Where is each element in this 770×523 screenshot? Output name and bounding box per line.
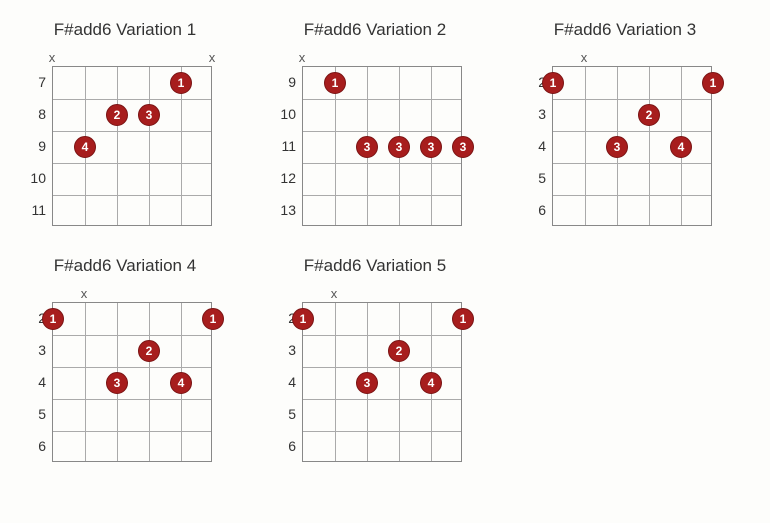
finger-dot: 3 <box>388 136 410 158</box>
mute-marker: x <box>331 286 338 301</box>
finger-dot: 3 <box>356 372 378 394</box>
finger-dot: 1 <box>702 72 724 94</box>
fret-number: 4 <box>270 366 296 398</box>
fret-number: 3 <box>20 334 46 366</box>
chord-title: F#add6 Variation 2 <box>270 20 480 40</box>
fret-number: 6 <box>520 194 546 226</box>
finger-dot: 3 <box>106 372 128 394</box>
fretboard: 11234 <box>552 66 712 226</box>
finger-dot: 3 <box>356 136 378 158</box>
fret-number: 13 <box>270 194 296 226</box>
chord-diagram: F#add6 Variation 323456x11234 <box>520 20 730 226</box>
finger-dot: 1 <box>542 72 564 94</box>
chord-diagram: F#add6 Variation 523456x11234 <box>270 256 480 462</box>
finger-dot: 1 <box>452 308 474 330</box>
fret-labels: 7891011 <box>20 50 52 226</box>
fretboard: 11234 <box>302 302 462 462</box>
mute-row: x <box>302 50 480 66</box>
fret-number: 10 <box>20 162 46 194</box>
mute-row: x <box>52 286 230 302</box>
finger-dot: 1 <box>170 72 192 94</box>
fret-number: 7 <box>20 66 46 98</box>
fret-number: 3 <box>520 98 546 130</box>
finger-dot: 2 <box>638 104 660 126</box>
finger-dot: 3 <box>452 136 474 158</box>
mute-marker: x <box>299 50 306 65</box>
fret-number: 6 <box>20 430 46 462</box>
finger-dot: 3 <box>138 104 160 126</box>
mute-marker: x <box>209 50 216 65</box>
fret-number: 5 <box>270 398 296 430</box>
finger-dot: 4 <box>670 136 692 158</box>
fret-number: 6 <box>270 430 296 462</box>
chord-title: F#add6 Variation 4 <box>20 256 230 276</box>
fret-number: 11 <box>20 194 46 226</box>
mute-row: x <box>302 286 480 302</box>
fret-number: 11 <box>270 130 296 162</box>
fretboard: 11234 <box>52 302 212 462</box>
chord-diagram: F#add6 Variation 2910111213x13333 <box>270 20 480 226</box>
finger-dot: 1 <box>42 308 64 330</box>
mute-row: xx <box>52 50 230 66</box>
finger-dot: 1 <box>202 308 224 330</box>
finger-dot: 2 <box>106 104 128 126</box>
mute-marker: x <box>49 50 56 65</box>
chord-title: F#add6 Variation 5 <box>270 256 480 276</box>
finger-dot: 4 <box>420 372 442 394</box>
finger-dot: 1 <box>324 72 346 94</box>
fret-number: 9 <box>20 130 46 162</box>
fret-number: 4 <box>520 130 546 162</box>
fret-labels: 910111213 <box>270 50 302 226</box>
fret-number: 10 <box>270 98 296 130</box>
chord-diagram: F#add6 Variation 423456x11234 <box>20 256 230 462</box>
chord-title: F#add6 Variation 1 <box>20 20 230 40</box>
chord-diagram: F#add6 Variation 17891011xx1234 <box>20 20 230 226</box>
fret-number: 8 <box>20 98 46 130</box>
fret-number: 12 <box>270 162 296 194</box>
fretboard: 13333 <box>302 66 462 226</box>
fret-number: 5 <box>520 162 546 194</box>
mute-marker: x <box>81 286 88 301</box>
finger-dot: 4 <box>74 136 96 158</box>
finger-dot: 2 <box>388 340 410 362</box>
fret-number: 4 <box>20 366 46 398</box>
finger-dot: 1 <box>292 308 314 330</box>
finger-dot: 3 <box>420 136 442 158</box>
fret-number: 3 <box>270 334 296 366</box>
finger-dot: 2 <box>138 340 160 362</box>
finger-dot: 4 <box>170 372 192 394</box>
chord-title: F#add6 Variation 3 <box>520 20 730 40</box>
mute-row: x <box>552 50 730 66</box>
mute-marker: x <box>581 50 588 65</box>
fretboard: 1 23 4 <box>52 66 212 226</box>
fret-number: 5 <box>20 398 46 430</box>
finger-dot: 3 <box>606 136 628 158</box>
fret-number: 9 <box>270 66 296 98</box>
chord-grid: F#add6 Variation 17891011xx1234F#add6 Va… <box>20 20 750 462</box>
